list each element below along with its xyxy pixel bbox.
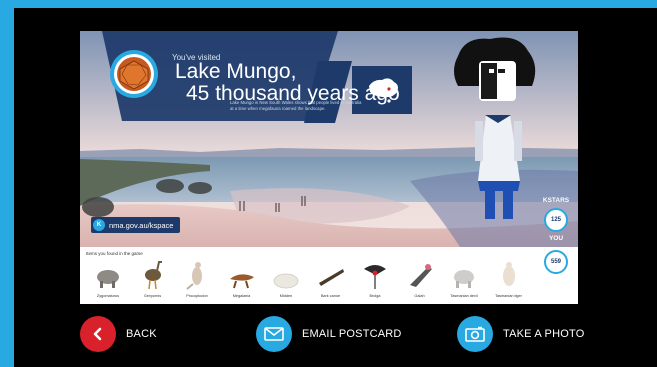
found-item-label: Zygomaturus <box>96 294 120 298</box>
found-item-label: Genyornis <box>143 294 162 298</box>
genyornis-icon <box>144 261 162 290</box>
bark-canoe-icon <box>318 269 344 286</box>
found-item-genyornis: Genyornis <box>131 255 175 303</box>
camera-icon <box>457 316 493 352</box>
found-item-label: Megalania <box>232 294 251 298</box>
found-item-label: Bark canoe <box>320 294 341 298</box>
you-count: 125 <box>550 217 561 223</box>
found-item-tasmanian-tiger: Tasmanian tiger <box>487 255 531 303</box>
found-item-label: Procoptodon <box>186 294 208 298</box>
zygomaturus-icon <box>97 270 119 288</box>
envelope-icon <box>256 316 292 352</box>
brolga-icon <box>364 265 386 289</box>
found-item-tasmanian-devil: Tasmanian devil <box>442 255 486 303</box>
url-text: nma.gov.au/kspace <box>109 220 174 230</box>
team-kstars-counter: 559 <box>544 250 568 274</box>
found-item-label: Galah <box>414 294 425 298</box>
place-title: Lake Mungo, <box>175 60 297 83</box>
take-photo-button[interactable]: TAKE A PHOTO <box>457 316 584 352</box>
found-item-label: Tasmanian devil <box>450 294 478 298</box>
found-item-megalania: Megalania <box>220 255 264 303</box>
tasmanian-tiger-icon <box>502 262 515 286</box>
lake-mungo-scene <box>80 31 578 247</box>
take-photo-label: TAKE A PHOTO <box>503 328 585 340</box>
tasmanian-devil-icon <box>454 270 474 288</box>
back-button[interactable]: BACK <box>80 316 157 352</box>
found-items-strip: Items you found in the game Zygomaturus G… <box>80 247 578 304</box>
found-item-label: Brolga <box>369 294 381 298</box>
found-item-label: Tasmanian tiger <box>495 294 522 298</box>
found-item-bark-canoe: Bark canoe <box>309 255 353 303</box>
url-badge: K nma.gov.au/kspace <box>91 217 181 233</box>
place-description: Lake Mungo in New South Wales shows that… <box>230 100 362 111</box>
galah-icon <box>409 264 432 287</box>
team-label: TEAM <box>546 278 566 285</box>
kspace-logo-icon: K <box>93 219 105 231</box>
you-label: YOU <box>548 235 564 242</box>
found-item-procoptodon: Procoptodon <box>175 255 219 303</box>
email-postcard-button[interactable]: EMAIL POSTCARD <box>256 316 402 352</box>
found-item-zygomaturus: Zygomaturus <box>86 255 130 303</box>
back-icon <box>80 316 116 352</box>
found-item-galah: Galah <box>398 255 442 303</box>
kstars-label: KSTARS <box>542 197 570 204</box>
procoptodon-icon <box>186 262 202 290</box>
postcard: You've visited Lake Mungo, 45 thousand y… <box>80 31 578 304</box>
found-item-midden: Midden <box>264 255 308 303</box>
you-kstars-counter: 125 <box>544 208 568 232</box>
megalania-icon <box>229 274 254 289</box>
email-postcard-label: EMAIL POSTCARD <box>302 328 402 340</box>
found-item-brolga: Brolga <box>353 255 397 303</box>
found-item-label: Midden <box>279 294 293 298</box>
team-count: 559 <box>550 259 561 265</box>
back-label: BACK <box>126 328 157 340</box>
midden-icon <box>273 273 299 289</box>
